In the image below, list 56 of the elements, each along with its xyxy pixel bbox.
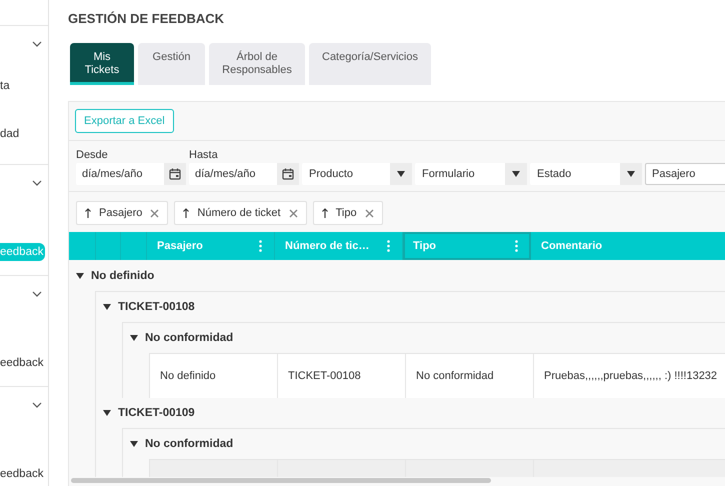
horizontal-scrollbar[interactable] — [71, 478, 491, 483]
tab[interactable]: Mis Tickets — [70, 43, 134, 85]
calendar-icon[interactable] — [169, 168, 181, 180]
table-row[interactable]: No definido TICKET-00108 No conformidad Pruebas,,,,,,pruebas,,,,,, :) !!!!13232 — [150, 354, 725, 398]
sidebar-item[interactable]: dad — [0, 125, 22, 143]
sidebar-item[interactable]: eedback — [0, 465, 46, 483]
calendar-icon[interactable] — [282, 168, 294, 180]
chip-label: Pasajero — [99, 207, 142, 219]
date-input[interactable]: día/mes/año — [76, 163, 164, 185]
group-label: TICKET-00109 — [118, 407, 195, 419]
sidebar-item[interactable]: eedback — [0, 354, 46, 372]
sort-chip[interactable]: Pasajero — [76, 201, 168, 225]
close-icon[interactable] — [364, 208, 374, 218]
field-label: Hasta — [189, 149, 219, 161]
table-cell: No conformidad — [406, 354, 534, 398]
table-cell: Pruebas,,,,,,pruebas,,,,,, :) !!!!13232 — [534, 354, 725, 398]
collapse-icon[interactable] — [130, 440, 138, 448]
group-label: No definido — [91, 270, 154, 282]
group-label: No conformidad — [145, 438, 234, 450]
dropdown-arrow-icon — [512, 171, 520, 177]
sort-chip[interactable]: Tipo — [312, 201, 383, 225]
chevron-icon[interactable] — [32, 291, 42, 297]
group-label: TICKET-00108 — [118, 301, 195, 313]
dropdown-arrow-icon — [397, 171, 405, 177]
close-icon[interactable] — [288, 208, 298, 218]
collapse-icon[interactable] — [130, 334, 138, 342]
arrow-up-icon — [183, 208, 190, 218]
chevron-icon[interactable] — [32, 41, 42, 47]
page-title: GESTIÓN DE FEEDBACK — [68, 11, 226, 26]
sort-chip[interactable]: Número de ticket — [174, 201, 307, 225]
close-icon[interactable] — [150, 208, 160, 218]
dropdown[interactable]: Estado — [530, 163, 642, 185]
field-label: Desde — [76, 149, 109, 161]
date-field[interactable]: día/mes/año — [76, 163, 186, 185]
chevron-icon[interactable] — [32, 402, 42, 408]
date-input[interactable]: día/mes/año — [189, 163, 277, 185]
table-cell: No definido — [150, 354, 278, 398]
group-label: No conformidad — [145, 332, 234, 344]
collapse-icon[interactable] — [103, 303, 111, 311]
sidebar-item[interactable]: ta — [0, 77, 12, 95]
tab[interactable]: Árbol de Responsables — [209, 43, 305, 85]
collapse-icon[interactable] — [103, 409, 111, 417]
dropdown-arrow-icon — [627, 171, 635, 177]
table-cell: TICKET-00108 — [278, 354, 406, 398]
arrow-up-icon — [322, 208, 328, 218]
collapse-icon[interactable] — [76, 272, 84, 280]
date-field[interactable]: día/mes/año — [189, 163, 299, 185]
chevron-icon[interactable] — [32, 180, 42, 186]
arrow-up-icon — [85, 208, 91, 218]
dropdown[interactable]: Formulario — [415, 163, 527, 185]
chip-label: Tipo — [336, 207, 357, 219]
search-field[interactable]: Pasajero — [645, 163, 725, 185]
chip-label: Número de ticket — [197, 207, 281, 219]
tab[interactable]: Categoría/Servicios — [309, 43, 431, 85]
dropdown[interactable]: Producto — [302, 163, 412, 185]
tab[interactable]: Gestión — [138, 43, 205, 85]
